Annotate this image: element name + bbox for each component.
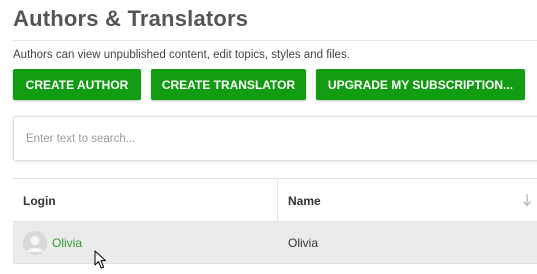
mouse-cursor-icon <box>94 250 106 269</box>
title-divider <box>13 40 537 41</box>
create-author-button[interactable]: CREATE AUTHOR <box>13 69 141 100</box>
column-header-login-label: Login <box>23 193 56 208</box>
page-description: Authors can view unpublished content, ed… <box>13 49 350 61</box>
create-translator-button[interactable]: CREATE TRANSLATOR <box>151 69 306 100</box>
search-box <box>13 116 537 161</box>
table-row[interactable]: Olivia Olivia <box>13 222 537 264</box>
column-header-login[interactable]: Login <box>13 179 278 222</box>
arrow-down-icon[interactable] <box>521 192 533 208</box>
upgrade-subscription-button[interactable]: UPGRADE MY SUBSCRIPTION... <box>316 69 525 100</box>
name-cell: Olivia <box>288 236 319 250</box>
page-title: Authors & Translators <box>13 6 249 31</box>
authors-translators-page: Authors & Translators Authors can view u… <box>0 0 537 274</box>
login-link[interactable]: Olivia <box>52 236 82 250</box>
column-header-name-label: Name <box>288 193 321 208</box>
column-header-name[interactable]: Name <box>278 179 537 222</box>
table-header: Login Name <box>13 179 537 222</box>
users-table: Login Name Olivia Olivia <box>13 178 537 264</box>
search-input[interactable] <box>14 117 537 160</box>
user-avatar-icon <box>23 231 47 255</box>
